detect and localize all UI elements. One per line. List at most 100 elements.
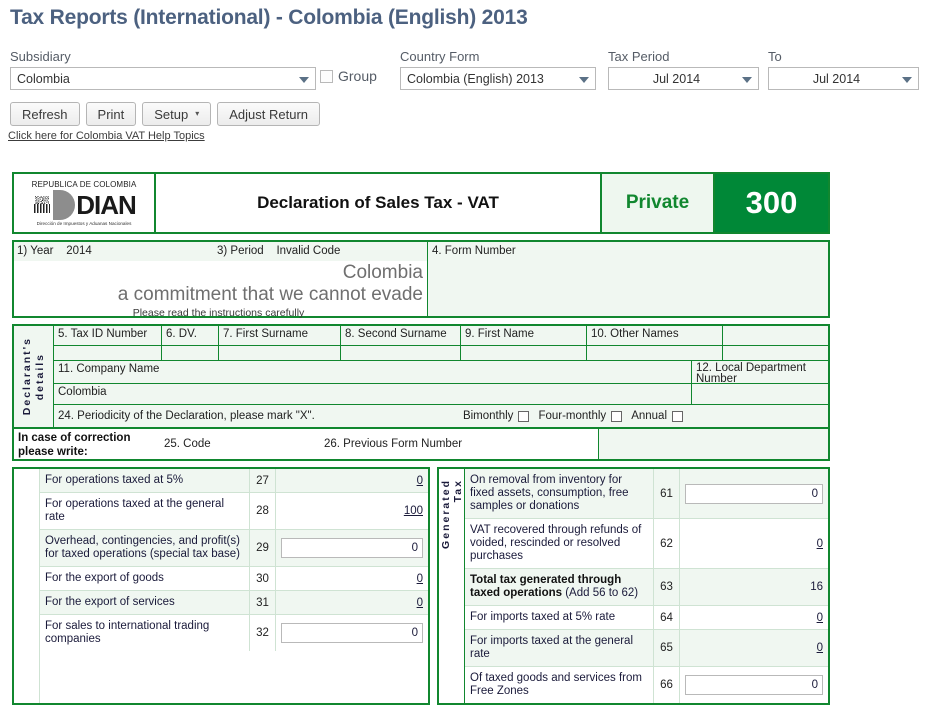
correction-label: In case of correction please write:: [18, 432, 131, 458]
row-value-link[interactable]: 0: [817, 538, 823, 550]
periodicity-option-four-monthly[interactable]: Four-monthly: [538, 410, 623, 422]
table-row: For the export of services 31 0: [40, 591, 428, 615]
table-row: For imports taxed at the general rate 65 0: [465, 630, 828, 667]
company-name-value-row: Colombia: [54, 384, 828, 405]
form-number-badge: 300: [715, 174, 828, 232]
row-description: Of taxed goods and services from Free Zo…: [465, 667, 654, 703]
vat-form-document: REPUBLICA DE COLOMBIA DIAN Dirección de …: [12, 172, 830, 705]
setup-button[interactable]: Setup ▾: [142, 102, 212, 126]
row-value-cell[interactable]: 100: [276, 493, 428, 529]
to-value: Jul 2014: [812, 71, 861, 86]
row-value-link[interactable]: 0: [817, 642, 823, 654]
year-period-row: 1) Year 2014 3) Period Invalid Code: [14, 242, 427, 257]
four-monthly-checkbox[interactable]: [611, 410, 623, 422]
to-select[interactable]: Jul 2014: [768, 67, 919, 90]
row-description: For imports taxed at 5% rate: [465, 606, 654, 629]
row-value-cell[interactable]: 0: [680, 519, 828, 568]
second-surname-input[interactable]: [341, 346, 461, 360]
row-description: Overhead, contingencies, and profit(s) f…: [40, 530, 250, 566]
tax-id-input[interactable]: [54, 346, 162, 360]
previous-form-number-label: 26. Previous Form Number: [324, 438, 463, 450]
chevron-down-icon: [579, 76, 589, 83]
row-value-link[interactable]: 0: [817, 612, 823, 624]
row-value-link[interactable]: 0: [417, 573, 423, 585]
row-value-input[interactable]: 0: [685, 483, 823, 504]
row-line-number: 66: [654, 667, 680, 703]
declarant-fields: 5. Tax ID Number 6. DV. 7. First Surname…: [54, 326, 828, 427]
declarant-input-row[interactable]: [54, 346, 828, 361]
table-row: Total tax generated through taxed operat…: [465, 569, 828, 606]
declarant-vertical-label: Declarant's details: [14, 326, 54, 427]
row-value-link[interactable]: 0: [417, 597, 423, 609]
to-label: To: [768, 49, 782, 64]
declarant-vertical-text-1: Declarant's: [21, 337, 33, 416]
annual-checkbox[interactable]: [672, 410, 683, 422]
table-row: For operations taxed at the general rate…: [40, 493, 428, 530]
chevron-down-icon: [902, 76, 912, 83]
tax-period-select[interactable]: Jul 2014: [608, 67, 759, 90]
generated-tax-vertical-text-2: Tax: [451, 479, 464, 503]
bimonthly-checkbox[interactable]: [518, 410, 530, 422]
form-number-cell: 4. Form Number: [428, 242, 828, 316]
country-form-select[interactable]: Colombia (English) 2013: [400, 67, 596, 90]
filter-bar: Subsidiary Colombia Group Country Form C…: [0, 47, 943, 142]
row-value-cell[interactable]: 0: [680, 469, 828, 518]
page-title: Tax Reports (International) - Colombia (…: [10, 6, 528, 29]
first-surname-input[interactable]: [219, 346, 341, 360]
periodicity-option-annual[interactable]: Annual: [631, 410, 683, 422]
refresh-label: Refresh: [22, 106, 68, 122]
row-value-cell[interactable]: 0: [276, 530, 428, 566]
dian-logo: REPUBLICA DE COLOMBIA DIAN Dirección de …: [14, 174, 156, 232]
generated-tax-table: Generated Tax On removal from inventory …: [437, 467, 830, 705]
row-description: For sales to international trading compa…: [40, 615, 250, 651]
row-line-number: 31: [250, 591, 276, 614]
table-row: For operations taxed at 5% 27 0: [40, 469, 428, 493]
form-private-badge: Private: [602, 174, 715, 232]
row-value-cell[interactable]: 0: [276, 567, 428, 590]
refresh-button[interactable]: Refresh: [10, 102, 80, 126]
first-name-input[interactable]: [461, 346, 587, 360]
row-value-input[interactable]: 0: [281, 623, 423, 643]
year-period-band: 1) Year 2014 3) Period Invalid Code Colo…: [12, 240, 830, 319]
row-value-cell[interactable]: 0: [680, 606, 828, 629]
row-value-cell[interactable]: 0: [276, 469, 428, 492]
group-checkbox-wrap[interactable]: Group: [320, 68, 377, 84]
local-department-value[interactable]: [692, 384, 828, 404]
slogan-block: Colombia a commitment that we cannot eva…: [14, 261, 427, 319]
year-group: 1) Year 2014: [17, 245, 217, 257]
logo-republic-text: REPUBLICA DE COLOMBIA: [31, 180, 137, 189]
row-value-cell[interactable]: 0: [680, 667, 828, 703]
print-button[interactable]: Print: [85, 102, 137, 126]
chevron-down-icon: [742, 76, 752, 83]
row-value-link[interactable]: 0: [417, 475, 423, 487]
table-row: For imports taxed at 5% rate 64 0: [465, 606, 828, 630]
row-value-cell[interactable]: 0: [680, 630, 828, 666]
row-value-input[interactable]: 0: [281, 538, 423, 558]
subsidiary-select[interactable]: Colombia: [10, 67, 316, 90]
row-description: For operations taxed at 5%: [40, 469, 250, 492]
button-row: Refresh Print Setup ▾ Adjust Return: [10, 102, 321, 126]
other-names-input[interactable]: [587, 346, 723, 360]
help-topics-link[interactable]: Click here for Colombia VAT Help Topics: [8, 130, 205, 142]
row-value-link[interactable]: 100: [404, 505, 423, 517]
group-checkbox[interactable]: [320, 69, 333, 83]
tax-period-label: Tax Period: [608, 49, 670, 64]
country-form-label: Country Form: [400, 49, 480, 64]
adjust-return-button[interactable]: Adjust Return: [217, 102, 321, 126]
row-value-input[interactable]: 0: [685, 675, 823, 695]
period-label: 3) Period: [217, 245, 264, 257]
row-value-cell[interactable]: 0: [276, 591, 428, 614]
form-header-band: REPUBLICA DE COLOMBIA DIAN Dirección de …: [12, 172, 830, 234]
periodicity-inner: 24. Periodicity of the Declaration, plea…: [54, 405, 828, 427]
dv-input[interactable]: [162, 346, 219, 360]
periodicity-option-bimonthly[interactable]: Bimonthly: [463, 410, 530, 422]
row-value-cell: 16: [680, 569, 828, 605]
row-value-cell[interactable]: 0: [276, 615, 428, 651]
first-name-header: 9. First Name: [461, 326, 587, 345]
row-line-number: 28: [250, 493, 276, 529]
right-table-rows: On removal from inventory for fixed asse…: [465, 469, 828, 703]
slogan-line-2: a commitment that we cannot evade: [117, 284, 423, 305]
table-row: Overhead, contingencies, and profit(s) f…: [40, 530, 428, 567]
row-description: For operations taxed at the general rate: [40, 493, 250, 529]
row-description: VAT recovered through refunds of voided,…: [465, 519, 654, 568]
